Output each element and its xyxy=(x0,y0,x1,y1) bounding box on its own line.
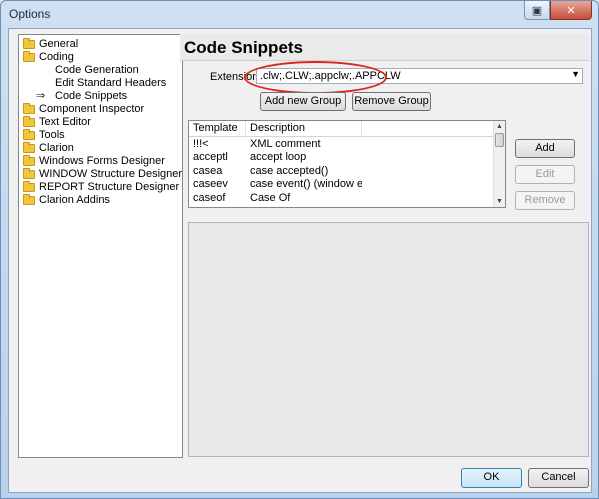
tree-item-label: Code Generation xyxy=(55,64,139,76)
folder-icon xyxy=(23,129,35,140)
tree-item[interactable]: Clarion xyxy=(19,142,182,155)
tree-item[interactable]: Clarion Addins xyxy=(19,194,182,207)
tree-item-label: Edit Standard Headers xyxy=(55,77,167,89)
tree-item[interactable]: Coding xyxy=(19,51,182,64)
tree-item[interactable]: Component Inspector xyxy=(19,103,182,116)
scroll-down-icon[interactable]: ▼ xyxy=(494,196,505,207)
tree-item[interactable]: WINDOW Structure Designer xyxy=(19,168,182,181)
add-button[interactable]: Add xyxy=(515,139,575,158)
cancel-button[interactable]: Cancel xyxy=(528,468,589,488)
column-header-blank xyxy=(362,121,495,137)
template-cell: caseev xyxy=(193,178,228,191)
tree-item-label: Code Snippets xyxy=(55,90,128,102)
selected-arrow-icon: ⇒ xyxy=(36,90,46,102)
folder-icon xyxy=(23,103,35,114)
restore-icon[interactable]: ▣ xyxy=(524,1,550,20)
table-row[interactable]: !!!< XML comment xyxy=(189,138,495,151)
title-buttons: ▣ ✕ xyxy=(524,1,592,21)
remove-button[interactable]: Remove xyxy=(515,191,575,210)
tree-item[interactable]: General xyxy=(19,38,182,51)
table-row[interactable]: casea case accepted() xyxy=(189,165,495,178)
highlight-ellipse xyxy=(244,61,387,94)
tree-item[interactable]: ⇒ Code Snippets xyxy=(19,90,182,103)
table-row[interactable]: caseev case event() (window ev... xyxy=(189,178,495,191)
edit-button[interactable]: Edit xyxy=(515,165,575,184)
description-cell: case event() (window ev... xyxy=(250,178,362,191)
chevron-down-icon[interactable]: ▼ xyxy=(571,69,580,79)
tree-item-label: Coding xyxy=(39,51,74,63)
description-cell: accept loop xyxy=(250,151,307,164)
add-group-button[interactable]: Add new Group xyxy=(260,92,346,111)
folder-icon xyxy=(23,155,35,166)
tree-item[interactable]: Code Generation xyxy=(19,64,182,77)
folder-icon xyxy=(23,38,35,49)
tree-item-label: Tools xyxy=(39,129,65,141)
tree-item-label: Component Inspector xyxy=(39,103,145,115)
description-cell: case accepted() xyxy=(250,164,329,177)
snippets-grid[interactable]: Template Description !!!< XML comment acce… xyxy=(188,120,506,208)
tree-item-label: Clarion xyxy=(39,142,74,154)
tree-item-label: Text Editor xyxy=(39,116,91,128)
template-cell: caseof xyxy=(193,191,226,204)
folder-icon xyxy=(23,181,35,192)
tree-item-label: REPORT Structure Designer xyxy=(39,181,180,193)
template-cell: casea xyxy=(193,164,223,177)
grid-header: Template Description xyxy=(189,121,495,137)
tree-item[interactable]: Text Editor xyxy=(19,116,182,129)
table-row[interactable]: caseof Case Of xyxy=(189,192,495,205)
folder-icon xyxy=(23,51,35,62)
description-cell: XML comment xyxy=(250,138,321,150)
options-tree[interactable]: General Coding Code Generation Edit Standar… xyxy=(18,34,183,458)
ok-button[interactable]: OK xyxy=(461,468,522,488)
tree-item[interactable]: Windows Forms Designer xyxy=(19,155,182,168)
window-title: Options xyxy=(9,7,51,21)
snippet-editor-panel xyxy=(188,222,589,457)
column-header-template[interactable]: Template xyxy=(189,121,246,137)
tree-item-label: General xyxy=(39,38,79,50)
description-cell: Case Of xyxy=(250,191,291,204)
template-cell: acceptl xyxy=(193,151,228,164)
folder-icon xyxy=(23,194,35,205)
page-title: Code Snippets xyxy=(184,38,304,57)
tree-item[interactable]: Tools xyxy=(19,129,182,142)
title-bar[interactable]: Options ▣ ✕ xyxy=(1,1,598,27)
tree-item-label: Clarion Addins xyxy=(39,194,110,206)
tree-item-label: Windows Forms Designer xyxy=(39,155,165,167)
options-panel: Code Snippets Extensions .clw;.CLW;.appc… xyxy=(180,34,590,458)
tree-item-label: WINDOW Structure Designer xyxy=(39,168,183,180)
scroll-thumb[interactable] xyxy=(495,133,504,147)
folder-icon xyxy=(23,116,35,127)
folder-icon xyxy=(23,142,35,153)
close-icon[interactable]: ✕ xyxy=(550,1,592,20)
options-window: Options ▣ ✕ General Coding Code Generation… xyxy=(0,0,599,499)
template-cell: !!!< xyxy=(193,138,209,150)
remove-group-button[interactable]: Remove Group xyxy=(352,92,431,111)
tree-item[interactable]: Edit Standard Headers xyxy=(19,77,182,90)
table-row[interactable]: acceptl accept loop xyxy=(189,151,495,164)
grid-scrollbar[interactable]: ▲ ▼ xyxy=(493,121,505,207)
dialog-client: General Coding Code Generation Edit Standar… xyxy=(8,28,592,493)
folder-icon xyxy=(23,168,35,179)
panel-header: Code Snippets xyxy=(180,34,589,61)
column-header-description[interactable]: Description xyxy=(246,121,362,137)
scroll-up-icon[interactable]: ▲ xyxy=(494,121,505,132)
tree-item[interactable]: REPORT Structure Designer xyxy=(19,181,182,194)
